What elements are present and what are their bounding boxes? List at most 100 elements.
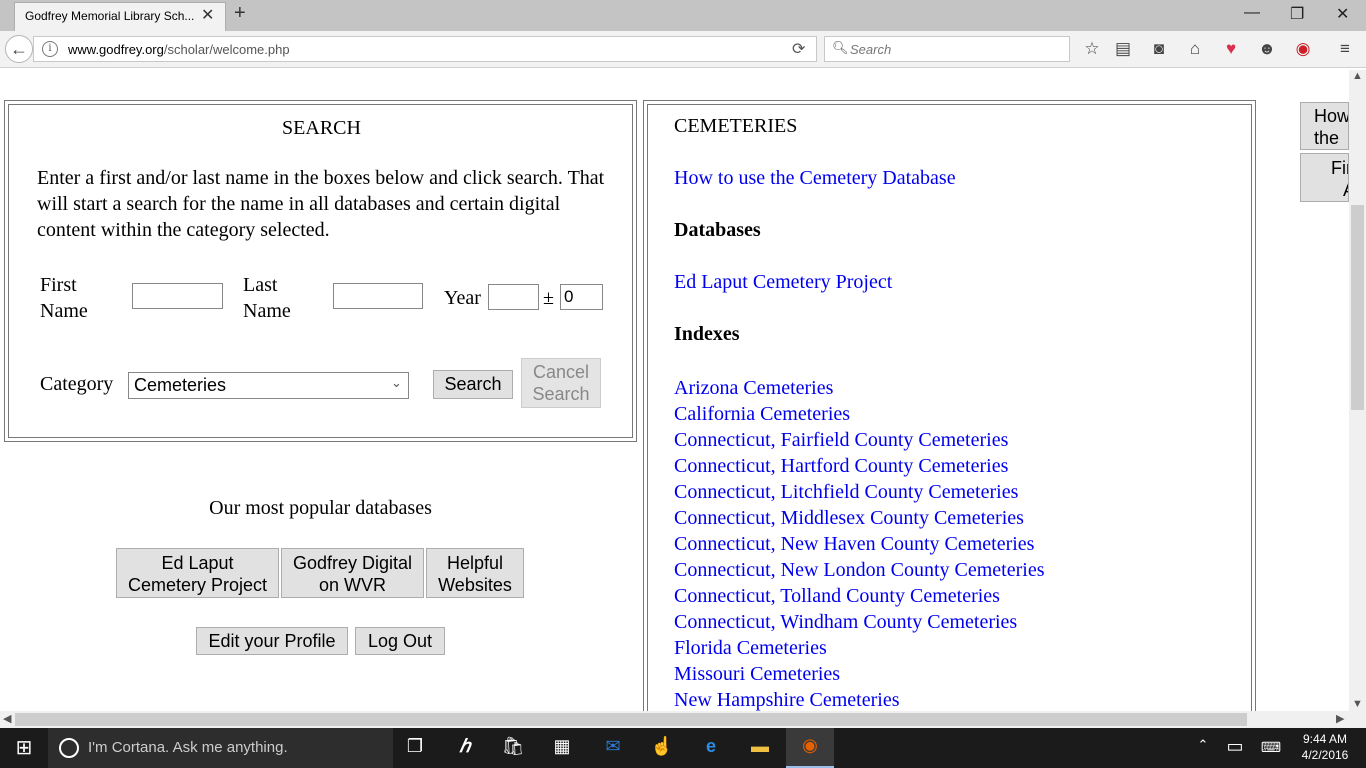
new-tab-icon[interactable]: +: [234, 2, 246, 25]
cemeteries-panel-inner: CEMETERIES How to use the Cemetery Datab…: [647, 104, 1252, 724]
helpful-websites-line2: Websites: [438, 575, 512, 595]
helpful-websites-button[interactable]: Helpful Websites: [426, 548, 524, 598]
heart-icon[interactable]: ♥: [1220, 39, 1242, 59]
search-panel-inner: SEARCH Enter a first and/or last name in…: [8, 104, 633, 438]
scroll-right-icon[interactable]: ▶: [1336, 712, 1344, 725]
index-link[interactable]: Connecticut, Middlesex County Cemeteries: [674, 505, 1044, 531]
last-name-input[interactable]: [333, 283, 423, 309]
how-to-use-link[interactable]: How to use the Cemetery Database: [674, 167, 956, 190]
index-link[interactable]: Connecticut, Fairfield County Cemeteries: [674, 427, 1044, 453]
scroll-down-icon[interactable]: ▼: [1352, 698, 1363, 710]
show-hidden-icons-icon[interactable]: ⌃: [1190, 737, 1216, 753]
photos-app-icon[interactable]: ▦: [549, 736, 575, 757]
index-link[interactable]: California Cemeteries: [674, 401, 1044, 427]
pinterest-icon[interactable]: ◉: [1292, 39, 1314, 59]
scroll-left-icon[interactable]: ◀: [3, 712, 11, 725]
reading-list-icon[interactable]: ▤: [1112, 39, 1134, 59]
helpful-websites-line1: Helpful: [446, 553, 504, 573]
search-input[interactable]: 🔍︎ Search: [824, 36, 1070, 62]
restore-icon[interactable]: ❐: [1290, 4, 1304, 24]
sidebar-btn2-line2: A: [1331, 179, 1348, 201]
index-link[interactable]: Connecticut, Windham County Cemeteries: [674, 609, 1044, 635]
minimize-icon[interactable]: —: [1244, 4, 1260, 22]
indexes-heading: Indexes: [674, 323, 740, 345]
store-icon[interactable]: 🛍︎: [500, 736, 526, 757]
edit-profile-button[interactable]: Edit your Profile: [196, 627, 348, 655]
first-name-label-line2: Name: [40, 300, 88, 322]
cemeteries-panel: CEMETERIES How to use the Cemetery Datab…: [643, 100, 1256, 724]
url-bar[interactable]: i www.godfrey.org/scholar/welcome.php ⟳: [33, 36, 817, 62]
year-range-input[interactable]: 0: [560, 284, 603, 310]
first-name-input[interactable]: [132, 283, 223, 309]
cancel-search-button[interactable]: Cancel Search: [521, 358, 601, 408]
clock-time: 9:44 AM: [1302, 732, 1348, 746]
index-link[interactable]: Connecticut, New Haven County Cemeteries: [674, 531, 1044, 557]
index-link[interactable]: New Hampshire Cemeteries: [674, 687, 1044, 713]
chevron-down-icon: ⌄: [391, 375, 402, 390]
windows-taskbar: ⊞ I'm Cortana. Ask me anything. ❐ ℎ 🛍︎ ▦…: [0, 728, 1366, 768]
edge-icon[interactable]: e: [698, 736, 724, 757]
touch-app-icon[interactable]: ☝: [649, 736, 675, 757]
reload-icon[interactable]: ⟳: [792, 39, 805, 59]
plus-minus-symbol: ±: [543, 287, 554, 309]
clock-date: 4/2/2016: [1301, 748, 1349, 762]
navigation-toolbar: ← i www.godfrey.org/scholar/welcome.php …: [0, 31, 1366, 68]
firefox-taskbar-button[interactable]: ◉: [786, 728, 834, 768]
index-link[interactable]: Connecticut, Litchfield County Cemeterie…: [674, 479, 1044, 505]
search-icon: 🔍︎: [832, 40, 849, 55]
pocket-icon[interactable]: ◙: [1148, 39, 1170, 59]
system-clock[interactable]: 9:44 AM 4/2/2016: [1294, 731, 1356, 763]
index-link[interactable]: Missouri Cemeteries: [674, 661, 1044, 687]
index-link[interactable]: Florida Cemeteries: [674, 635, 1044, 661]
scroll-up-icon[interactable]: ▲: [1352, 70, 1363, 82]
url-text[interactable]: www.godfrey.org/scholar/welcome.php: [68, 42, 290, 57]
last-name-label-line2: Name: [243, 300, 291, 322]
index-link[interactable]: Arizona Cemeteries: [674, 375, 1044, 401]
back-arrow-icon[interactable]: ←: [5, 35, 33, 63]
cortana-search-box[interactable]: I'm Cortana. Ask me anything.: [48, 728, 393, 768]
year-label: Year: [444, 287, 481, 309]
windows-start-icon[interactable]: ⊞: [11, 735, 37, 760]
chat-icon[interactable]: ☻: [1256, 39, 1278, 59]
hp-icon[interactable]: ℎ: [452, 736, 478, 757]
info-icon[interactable]: i: [42, 41, 58, 57]
year-input[interactable]: [488, 284, 539, 310]
task-view-icon[interactable]: ❐: [402, 736, 428, 757]
search-button[interactable]: Search: [433, 370, 513, 399]
godfrey-digital-line1: Godfrey Digital: [292, 553, 413, 573]
indexes-list: Arizona Cemeteries California Cemeteries…: [674, 375, 1044, 713]
index-link[interactable]: Connecticut, Tolland County Cemeteries: [674, 583, 1044, 609]
cancel-search-line1: Cancel: [532, 362, 590, 382]
database-link[interactable]: Ed Laput Cemetery Project: [674, 271, 892, 294]
vertical-scroll-thumb[interactable]: [1351, 205, 1364, 410]
log-out-button[interactable]: Log Out: [355, 627, 445, 655]
first-name-label: First Name: [40, 272, 88, 324]
sidebar-find-button[interactable]: Fir A: [1300, 153, 1349, 202]
outlook-icon[interactable]: ✉: [600, 736, 626, 757]
file-explorer-icon[interactable]: ▬: [747, 736, 773, 757]
home-icon[interactable]: ⌂: [1184, 39, 1206, 59]
search-placeholder: Search: [850, 42, 892, 57]
notifications-icon[interactable]: ▭: [1222, 736, 1248, 757]
last-name-label: Last Name: [243, 272, 291, 324]
sidebar-btn1-line2: the S: [1314, 128, 1340, 148]
ed-laput-button[interactable]: Ed Laput Cemetery Project: [116, 548, 279, 598]
sidebar-btn2-line1: Fir: [1331, 158, 1348, 178]
url-domain: www.godfrey.org: [68, 42, 164, 57]
godfrey-digital-button[interactable]: Godfrey Digital on WVR: [281, 548, 424, 598]
bookmark-star-icon[interactable]: ☆: [1081, 39, 1103, 59]
sidebar-how-to-button[interactable]: How the S: [1300, 102, 1349, 150]
close-window-icon[interactable]: ✕: [1336, 4, 1349, 24]
browser-tab[interactable]: Godfrey Memorial Library Sch... ✕: [14, 2, 226, 31]
horizontal-scroll-thumb[interactable]: [15, 713, 1247, 726]
ed-laput-line1: Ed Laput: [161, 553, 234, 573]
cortana-icon: [59, 738, 79, 758]
index-link[interactable]: Connecticut, Hartford County Cemeteries: [674, 453, 1044, 479]
godfrey-digital-line2: on WVR: [318, 575, 387, 595]
search-instructions: Enter a first and/or last name in the bo…: [37, 167, 605, 241]
keyboard-icon[interactable]: ⌨: [1258, 739, 1284, 756]
index-link[interactable]: Connecticut, New London County Cemeterie…: [674, 557, 1044, 583]
menu-icon[interactable]: ≡: [1334, 39, 1356, 59]
category-select[interactable]: Cemeteries ⌄: [128, 372, 409, 399]
close-tab-icon[interactable]: ✕: [201, 5, 214, 25]
